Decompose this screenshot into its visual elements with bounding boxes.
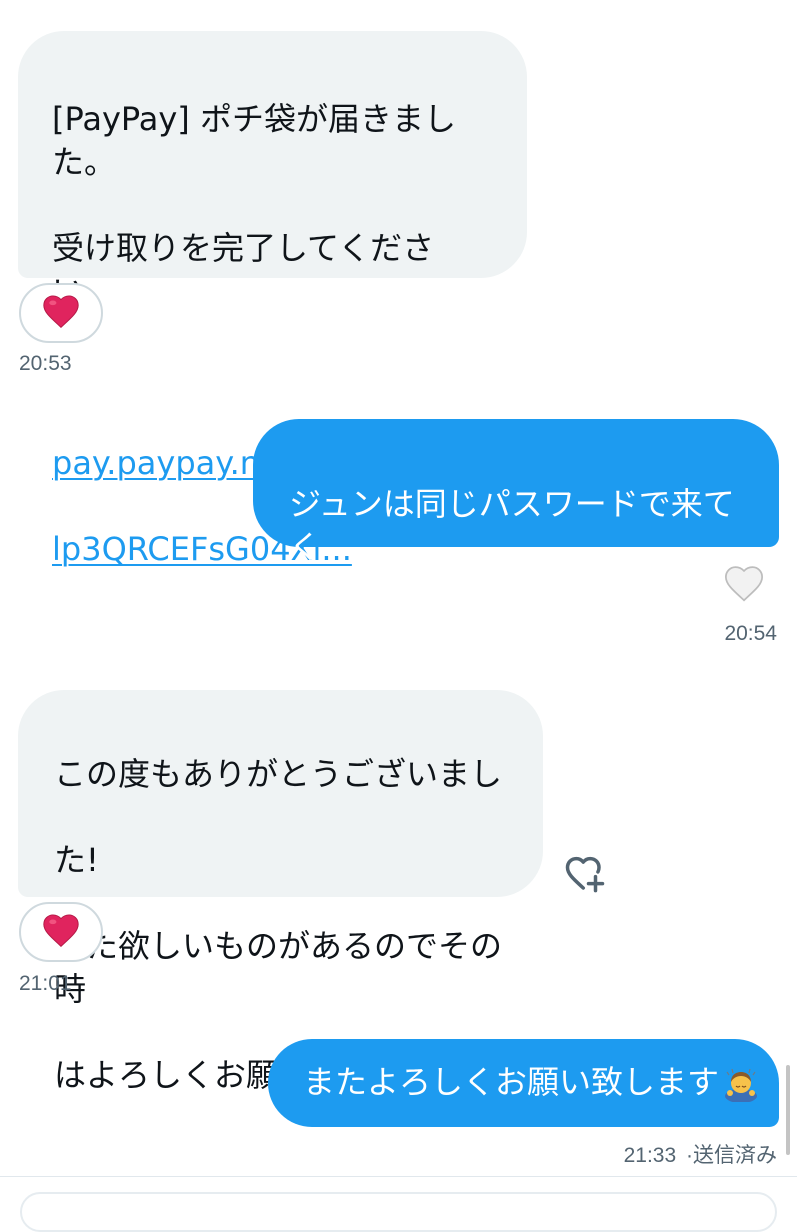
message-text: またよろしくお願い致します — [303, 1063, 720, 1101]
message-timestamp: 21:01 — [19, 972, 72, 995]
message-text-line: [PayPay] ポチ袋が届きました。 — [52, 100, 456, 181]
message-text-line: また欲しいものがあるのでその時 — [54, 927, 503, 1008]
add-reaction-heart-plus-icon[interactable] — [561, 852, 609, 896]
red-heart-icon — [41, 912, 81, 952]
scrollbar[interactable] — [786, 1065, 790, 1155]
message-text-line: ジュンは同じパスワードで来てく — [289, 485, 735, 566]
message-text-line: た! — [54, 841, 99, 879]
message-composer-input[interactable] — [20, 1192, 777, 1232]
message-timestamp: 20:54 — [724, 622, 777, 645]
person-bowing-emoji-icon — [723, 1066, 759, 1103]
message-status: ·送信済み — [686, 1144, 777, 1167]
incoming-message-bubble[interactable]: [PayPay] ポチ袋が届きました。 受け取りを完了してください。 pay.p… — [18, 31, 527, 568]
red-heart-icon — [41, 293, 81, 333]
message-text-line: 受け取りを完了してください。 — [52, 229, 435, 310]
message-timestamp: 20:53 — [19, 352, 72, 375]
message-meta: 21:33 ·送信済み — [624, 1139, 777, 1169]
message-text-line: ださい。 — [289, 614, 418, 652]
composer-divider — [0, 1176, 797, 1177]
reaction-pill[interactable] — [19, 283, 103, 343]
outgoing-message-bubble[interactable]: またよろしくお願い致します — [268, 1039, 779, 1127]
reaction-pill[interactable] — [19, 902, 103, 962]
message-text-line: この度もありがとうございまし — [54, 755, 503, 793]
white-heart-icon[interactable] — [722, 562, 766, 604]
message-timestamp: 21:33 — [623, 1144, 677, 1167]
outgoing-message-bubble[interactable]: ジュンは同じパスワードで来てく ださい。 — [253, 419, 779, 652]
incoming-message-bubble[interactable]: この度もありがとうございまし た! また欲しいものがあるのでその時 はよろしくお… — [18, 690, 543, 1094]
